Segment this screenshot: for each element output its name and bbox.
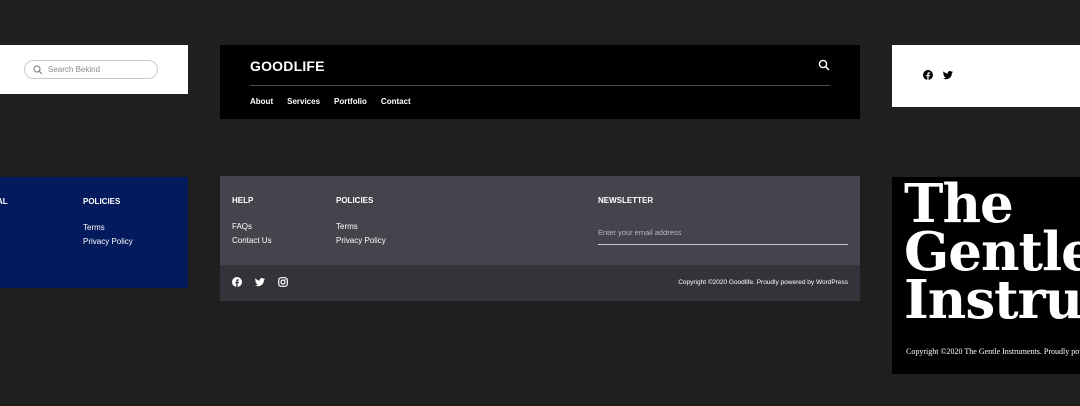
footer-copyright: Copyright ©2020 The Gentle Instruments. … — [906, 347, 1080, 356]
search-widget-panel: Search Bekind — [0, 45, 188, 94]
site-footer: HELP FAQs Contact Us POLICIES Terms Priv… — [220, 176, 860, 301]
site-title: The Gentle Instrum — [904, 178, 1080, 331]
newsletter-input-underline — [598, 244, 848, 245]
social-widget-panel — [892, 45, 1080, 107]
twitter-icon[interactable] — [943, 70, 953, 80]
instagram-icon[interactable] — [278, 277, 288, 287]
site-header: GOODLIFE About Services Portfolio Contac… — [220, 45, 860, 119]
newsletter-email-input[interactable]: Enter your email address — [598, 228, 681, 237]
nav-item-portfolio[interactable]: Portfolio — [334, 97, 367, 106]
footer-bottom-bar: Copyright ©2020 Goodlife. Proudly powere… — [220, 265, 860, 301]
footer-link-terms[interactable]: Terms — [83, 223, 105, 232]
footer-heading-policies: POLICIES — [83, 197, 121, 206]
search-input[interactable]: Search Bekind — [24, 60, 158, 79]
blue-footer-preview: AL POLICIES ram r Terms Privacy Policy — [0, 177, 188, 288]
main-nav: About Services Portfolio Contact — [250, 97, 411, 106]
gentle-instruments-preview: The Gentle Instrum Copyright ©2020 The G… — [892, 177, 1080, 374]
footer-link-contact[interactable]: Contact Us — [232, 236, 272, 245]
nav-item-contact[interactable]: Contact — [381, 97, 411, 106]
nav-item-services[interactable]: Services — [287, 97, 320, 106]
header-divider — [250, 85, 830, 86]
site-logo[interactable]: GOODLIFE — [250, 58, 325, 74]
footer-copyright: Copyright ©2020 Goodlife. Proudly powere… — [678, 279, 848, 286]
search-icon — [33, 64, 43, 74]
footer-link-privacy[interactable]: Privacy Policy — [336, 236, 386, 245]
nav-item-about[interactable]: About — [250, 97, 273, 106]
title-line: Instrum — [904, 269, 1080, 331]
footer-heading: AL — [0, 197, 8, 206]
footer-widgets: HELP FAQs Contact Us POLICIES Terms Priv… — [220, 176, 860, 265]
twitter-icon[interactable] — [255, 277, 265, 287]
search-placeholder: Search Bekind — [48, 65, 101, 74]
facebook-icon[interactable] — [923, 70, 933, 80]
facebook-icon[interactable] — [232, 277, 242, 287]
search-icon[interactable] — [818, 59, 830, 71]
footer-heading-help: HELP — [232, 196, 254, 205]
footer-link-faqs[interactable]: FAQs — [232, 222, 252, 231]
footer-link-privacy[interactable]: Privacy Policy — [83, 237, 133, 246]
footer-link-terms[interactable]: Terms — [336, 222, 358, 231]
footer-heading-newsletter: NEWSLETTER — [598, 196, 654, 205]
footer-heading-policies: POLICIES — [336, 196, 374, 205]
